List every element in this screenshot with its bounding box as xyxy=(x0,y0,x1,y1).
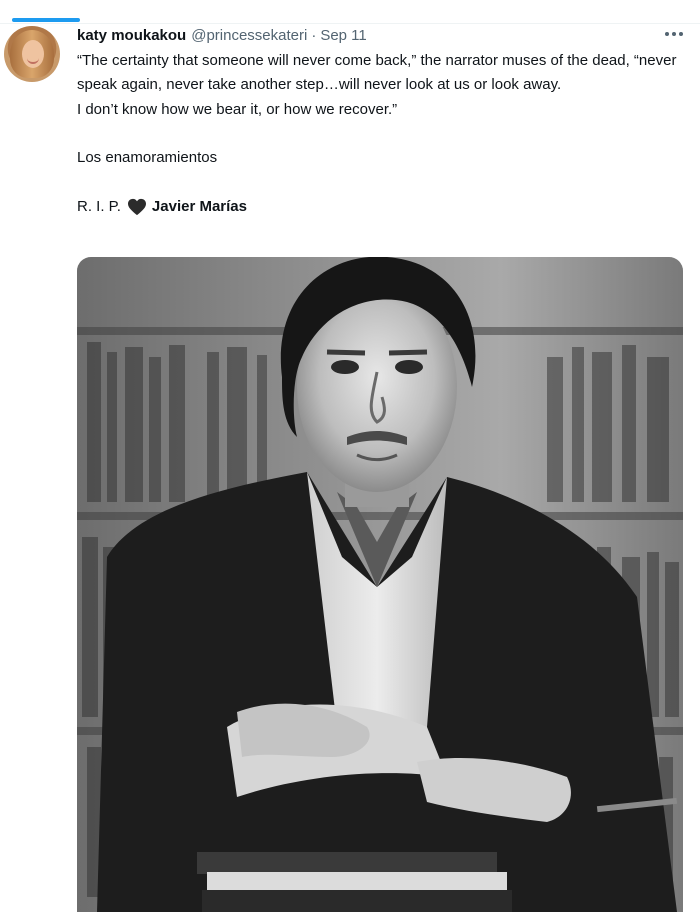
avatar[interactable] xyxy=(4,26,60,82)
separator: · xyxy=(311,26,317,44)
tweet-quote: “The certainty that someone will never c… xyxy=(77,52,677,94)
rip-line: R. I. P. Javier Marías xyxy=(77,195,687,219)
tweet-date[interactable]: Sep 11 xyxy=(320,27,366,44)
tweet-photo[interactable] xyxy=(77,257,683,912)
tweet-quote-continued: I don’t know how we bear it, or how we r… xyxy=(77,100,398,118)
tweet-text: “The certainty that someone will never c… xyxy=(77,49,687,219)
more-horizontal-icon xyxy=(665,32,669,36)
book-title: Los enamoramientos xyxy=(77,149,218,167)
author-handle[interactable]: @princessekateri xyxy=(191,27,307,44)
black-heart-icon xyxy=(127,198,146,216)
active-tab-indicator xyxy=(12,18,80,22)
rip-prefix: R. I. P. xyxy=(77,197,121,215)
rip-name: Javier Marías xyxy=(151,197,247,215)
author-name[interactable]: katy moukakou xyxy=(77,27,186,44)
portrait-photo xyxy=(77,257,683,912)
more-options-button[interactable] xyxy=(660,24,688,44)
tweet-header: katy moukakou @princessekateri · Sep 11 xyxy=(77,24,367,46)
